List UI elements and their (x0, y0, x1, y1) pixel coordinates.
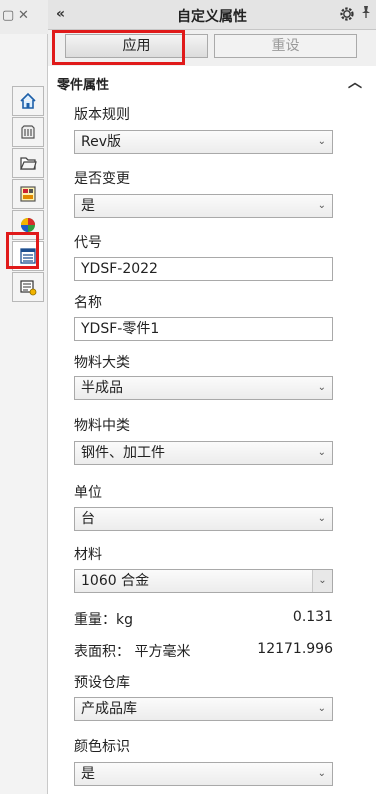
weight-value: 0.131 (292, 609, 333, 625)
name-field[interactable]: YDSF-零件1 (74, 317, 333, 341)
is-changed-label: 是否变更 (74, 171, 130, 187)
restore-icon[interactable]: ▢ (2, 8, 14, 23)
chevron-down-icon: ⌄ (317, 447, 326, 458)
chevron-down-icon: ⌄ (317, 703, 326, 714)
warehouse-value: 产成品库 (81, 701, 137, 717)
category-mid-value: 钢件、加工件 (81, 445, 165, 461)
warehouse-select[interactable]: 产成品库 ⌄ (74, 697, 333, 721)
surface-area-label: 表面积： 平方毫米 (74, 644, 191, 660)
tab-file-explorer[interactable] (12, 148, 44, 178)
surface-area-row: 表面积： 平方毫米 12171.996 (74, 641, 333, 661)
material-value: 1060 合金 (81, 573, 150, 589)
strip-header: ▢ ✕ (0, 0, 48, 34)
tab-view-palette[interactable] (12, 179, 44, 209)
chevron-down-icon: ⌄ (317, 513, 326, 524)
color-mark-value: 是 (81, 766, 95, 782)
weight-label: 重量：kg (74, 612, 133, 628)
chevron-up-icon[interactable]: ︿ (348, 72, 362, 92)
panel-title: 自定义属性 (177, 9, 247, 25)
chevron-down-icon: ⌄ (317, 382, 326, 393)
tab-home[interactable] (12, 86, 44, 116)
tab-properties[interactable] (12, 272, 44, 302)
properties-form: 零件属性 ︿ 版本规则 Rev版 ⌄ 是否变更 是 ⌄ 代号 YDSF-2022… (48, 66, 376, 794)
category-major-value: 半成品 (81, 380, 123, 396)
pin-icon[interactable] (360, 5, 372, 19)
highlight-custom-properties-tab (6, 232, 39, 269)
name-label: 名称 (74, 295, 102, 311)
chevron-down-icon: ⌄ (317, 768, 326, 779)
unit-label: 单位 (74, 485, 102, 501)
version-rule-label: 版本规则 (74, 107, 130, 123)
name-value: YDSF-零件1 (81, 321, 160, 337)
panel-titlebar: « 自定义属性 (48, 0, 376, 30)
version-rule-select[interactable]: Rev版 ⌄ (74, 130, 333, 154)
category-mid-label: 物料中类 (74, 418, 130, 434)
close-icon[interactable]: ✕ (18, 8, 29, 23)
parts-icon (21, 125, 35, 139)
unit-select[interactable]: 台 ⌄ (74, 507, 333, 531)
custom-properties-panel: « 自定义属性 应用 重设 零件属性 ︿ 版本规则 Rev版 ⌄ 是否变更 是 … (48, 0, 376, 794)
highlight-apply-button (52, 30, 185, 65)
warehouse-label: 预设仓库 (74, 675, 130, 691)
is-changed-value: 是 (81, 198, 95, 214)
tab-design-library[interactable] (12, 117, 44, 147)
color-mark-select[interactable]: 是 ⌄ (74, 762, 333, 786)
surface-area-value: 12171.996 (257, 641, 333, 657)
chevron-down-icon[interactable]: ⌄ (312, 570, 332, 592)
group-header-part-properties[interactable]: 零件属性 ︿ (57, 74, 362, 94)
version-rule-value: Rev版 (81, 134, 121, 150)
folder-icon (20, 157, 37, 170)
chevron-down-icon: ⌄ (317, 136, 326, 147)
code-value: YDSF-2022 (81, 261, 158, 277)
code-label: 代号 (74, 235, 102, 251)
properties-icon (20, 280, 37, 296)
view-palette-icon (20, 186, 36, 202)
task-pane-tabs (12, 86, 44, 303)
group-title: 零件属性 (57, 78, 110, 93)
material-combobox[interactable]: 1060 合金 ⌄ (74, 569, 333, 593)
category-mid-select[interactable]: 钢件、加工件 ⌄ (74, 441, 333, 465)
home-icon (20, 92, 36, 109)
material-label: 材料 (74, 547, 102, 563)
is-changed-select[interactable]: 是 ⌄ (74, 194, 333, 218)
category-major-select[interactable]: 半成品 ⌄ (74, 376, 333, 400)
color-mark-label: 颜色标识 (74, 739, 130, 755)
gear-icon[interactable] (338, 5, 356, 23)
weight-row: 重量：kg 0.131 (74, 609, 333, 629)
category-major-label: 物料大类 (74, 355, 130, 371)
unit-value: 台 (81, 511, 95, 527)
reset-button[interactable]: 重设 (214, 34, 357, 58)
code-field[interactable]: YDSF-2022 (74, 257, 333, 281)
task-pane-tab-strip: ▢ ✕ (0, 0, 48, 794)
chevron-down-icon: ⌄ (317, 200, 326, 211)
